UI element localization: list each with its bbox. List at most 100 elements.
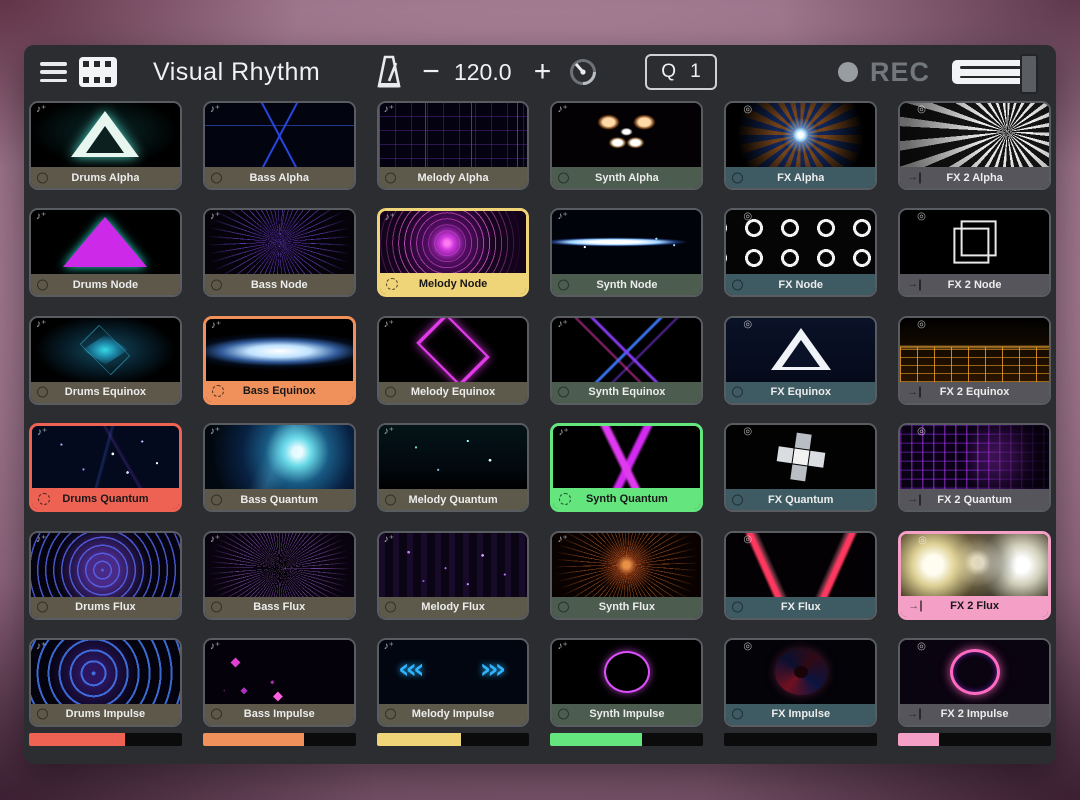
clip-name: Synth Alpha bbox=[595, 172, 659, 184]
dial-icon bbox=[917, 427, 926, 437]
clip-label-strip: Synth Impulse bbox=[552, 704, 701, 725]
master-fader[interactable] bbox=[952, 56, 1040, 88]
clip-name: FX Impulse bbox=[771, 708, 830, 720]
music-note-icon bbox=[210, 535, 220, 545]
clip-tile-melody-alpha[interactable]: Melody Alpha bbox=[377, 101, 530, 190]
clip-tile-bass-impulse[interactable]: Bass Impulse bbox=[203, 638, 356, 727]
clip-name: Bass Impulse bbox=[244, 708, 315, 720]
column-progress-fill bbox=[203, 733, 304, 746]
clip-thumbnail bbox=[552, 318, 701, 382]
top-bar: Visual Rhythm − 120.0 + Q 1 REC bbox=[24, 45, 1056, 99]
clip-label-strip: Synth Node bbox=[552, 274, 701, 295]
clip-name: Melody Equinox bbox=[411, 386, 495, 398]
clip-label-strip: Drums Equinox bbox=[31, 382, 180, 403]
music-note-icon bbox=[384, 535, 394, 545]
quantize-control[interactable]: Q 1 bbox=[645, 54, 716, 90]
rec-label[interactable]: REC bbox=[870, 57, 930, 88]
clip-tile-melody-impulse[interactable]: Melody Impulse bbox=[377, 638, 530, 727]
clip-tile-melody-node[interactable]: Melody Node bbox=[377, 208, 530, 297]
clip-label-strip: Synth Equinox bbox=[552, 382, 701, 403]
clip-thumbnail bbox=[726, 425, 875, 489]
clip-tile-fx-2-quantum[interactable]: FX 2 Quantum bbox=[898, 423, 1051, 512]
clip-thumbnail bbox=[31, 533, 180, 597]
clip-label-strip: Drums Impulse bbox=[31, 704, 180, 725]
clip-label-strip: FX 2 Quantum bbox=[900, 489, 1049, 510]
clip-tile-bass-equinox[interactable]: Bass Equinox bbox=[203, 316, 356, 405]
clip-column-melody: Melody Alpha Melody Node Melody Equinox Mel… bbox=[377, 101, 530, 727]
clip-tile-fx-flux[interactable]: FX Flux bbox=[724, 531, 877, 620]
clip-tile-melody-quantum[interactable]: Melody Quantum bbox=[377, 423, 530, 512]
clip-tile-drums-quantum[interactable]: Drums Quantum bbox=[29, 423, 182, 512]
clip-tile-drums-flux[interactable]: Drums Flux bbox=[29, 531, 182, 620]
loop-icon bbox=[732, 172, 743, 183]
clip-name: FX 2 Node bbox=[948, 279, 1002, 291]
clip-tile-bass-flux[interactable]: Bass Flux bbox=[203, 531, 356, 620]
music-note-icon bbox=[36, 105, 46, 115]
clip-tile-fx-node[interactable]: FX Node bbox=[724, 208, 877, 297]
menu-button[interactable] bbox=[40, 62, 67, 82]
clip-thumbnail bbox=[552, 103, 701, 167]
clip-label-strip: Drums Node bbox=[31, 274, 180, 295]
clip-tile-fx-alpha[interactable]: FX Alpha bbox=[724, 101, 877, 190]
clip-thumbnail bbox=[553, 426, 700, 488]
clip-tile-fx-2-equinox[interactable]: FX 2 Equinox bbox=[898, 316, 1051, 405]
clip-tile-synth-equinox[interactable]: Synth Equinox bbox=[550, 316, 703, 405]
clip-name: FX 2 Flux bbox=[950, 600, 999, 612]
fader-handle[interactable] bbox=[1020, 54, 1038, 94]
music-note-icon bbox=[384, 320, 394, 330]
clip-name: Drums Alpha bbox=[71, 172, 139, 184]
clip-tile-bass-node[interactable]: Bass Node bbox=[203, 208, 356, 297]
clip-tile-fx-quantum[interactable]: FX Quantum bbox=[724, 423, 877, 512]
clip-tile-drums-impulse[interactable]: Drums Impulse bbox=[29, 638, 182, 727]
clip-tile-fx-equinox[interactable]: FX Equinox bbox=[724, 316, 877, 405]
clip-thumbnail bbox=[726, 210, 875, 274]
dial-icon bbox=[743, 212, 752, 222]
clip-tile-fx-2-flux[interactable]: FX 2 Flux bbox=[898, 531, 1051, 620]
clip-tile-bass-quantum[interactable]: Bass Quantum bbox=[203, 423, 356, 512]
clip-name: Drums Node bbox=[73, 279, 138, 291]
clip-label-strip: Synth Flux bbox=[552, 597, 701, 618]
music-note-icon bbox=[557, 320, 567, 330]
music-note-icon bbox=[384, 105, 394, 115]
clip-tile-drums-equinox[interactable]: Drums Equinox bbox=[29, 316, 182, 405]
clip-tile-synth-impulse[interactable]: Synth Impulse bbox=[550, 638, 703, 727]
clip-tile-fx-2-alpha[interactable]: FX 2 Alpha bbox=[898, 101, 1051, 190]
clip-tile-drums-alpha[interactable]: Drums Alpha bbox=[29, 101, 182, 190]
clip-tile-synth-quantum[interactable]: Synth Quantum bbox=[550, 423, 703, 512]
clip-name: Bass Equinox bbox=[243, 385, 316, 397]
clip-label-strip: Melody Impulse bbox=[379, 704, 528, 725]
loop-icon bbox=[732, 279, 743, 290]
tempo-decrease-button[interactable]: − bbox=[418, 57, 444, 87]
loop-icon bbox=[211, 279, 222, 290]
music-note-icon bbox=[36, 212, 46, 222]
clip-tile-synth-alpha[interactable]: Synth Alpha bbox=[550, 101, 703, 190]
loop-icon bbox=[211, 172, 222, 183]
clip-tile-bass-alpha[interactable]: Bass Alpha bbox=[203, 101, 356, 190]
dial-icon bbox=[918, 536, 927, 546]
tempo-display[interactable]: 120.0 bbox=[452, 59, 514, 86]
film-strip-button[interactable] bbox=[79, 57, 117, 87]
clip-column-synth: Synth Alpha Synth Node Synth Equinox Synth … bbox=[550, 101, 703, 727]
clip-tile-melody-flux[interactable]: Melody Flux bbox=[377, 531, 530, 620]
clip-column-fx-2: FX 2 Alpha FX 2 Node FX 2 Equinox FX 2 Quan… bbox=[898, 101, 1051, 727]
clip-label-strip: Synth Alpha bbox=[552, 167, 701, 188]
loop-icon bbox=[37, 172, 48, 183]
tempo-increase-button[interactable]: + bbox=[530, 57, 556, 87]
clip-label-strip: FX Quantum bbox=[726, 489, 875, 510]
tap-tempo-dial[interactable] bbox=[567, 56, 599, 88]
record-arm-indicator[interactable] bbox=[838, 62, 858, 82]
clip-tile-drums-node[interactable]: Drums Node bbox=[29, 208, 182, 297]
metronome-icon[interactable] bbox=[376, 55, 402, 89]
clip-tile-fx-impulse[interactable]: FX Impulse bbox=[724, 638, 877, 727]
clip-tile-fx-2-node[interactable]: FX 2 Node bbox=[898, 208, 1051, 297]
music-note-icon bbox=[384, 427, 394, 437]
dial-icon bbox=[917, 320, 926, 330]
music-note-icon bbox=[557, 212, 567, 222]
clip-tile-fx-2-impulse[interactable]: FX 2 Impulse bbox=[898, 638, 1051, 727]
clip-tile-synth-flux[interactable]: Synth Flux bbox=[550, 531, 703, 620]
clip-tile-synth-node[interactable]: Synth Node bbox=[550, 208, 703, 297]
clip-thumbnail bbox=[205, 533, 354, 597]
clip-tile-melody-equinox[interactable]: Melody Equinox bbox=[377, 316, 530, 405]
clip-name: Synth Node bbox=[596, 279, 657, 291]
column-progress-fill bbox=[29, 733, 125, 746]
